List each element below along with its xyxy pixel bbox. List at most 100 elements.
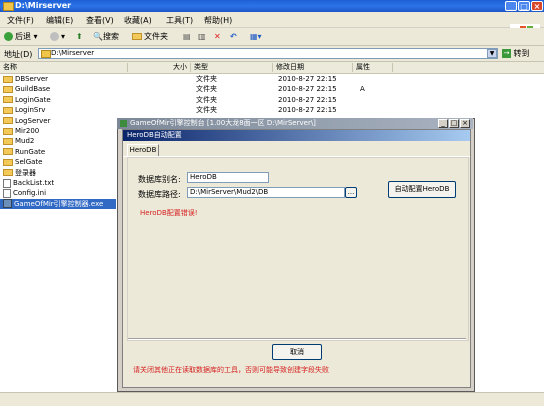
console-title: GameOfMir引擎控制台 [1.00大龙8面一区 D:\MirServer\…: [130, 119, 316, 127]
file-name: SelGate: [3, 157, 42, 167]
folder-icon: [3, 158, 13, 166]
file-name-text: LoginSrv: [15, 106, 46, 115]
forward-button[interactable]: ▾: [50, 31, 65, 42]
window-title: D:\Mirserver: [15, 1, 72, 10]
folder-icon: [3, 96, 13, 104]
file-date: 2010-8-27 22:15: [278, 95, 337, 104]
settings-file-icon: [3, 188, 11, 198]
exe-icon: [3, 199, 12, 209]
views-icon[interactable]: ▦▾: [250, 31, 262, 42]
alias-label: 数据库别名:: [138, 175, 181, 184]
address-dropdown-button[interactable]: ▼: [487, 49, 497, 58]
move-to-icon[interactable]: ▤: [183, 31, 191, 42]
menu-tools[interactable]: 工具(T): [166, 15, 193, 26]
status-bar: [0, 392, 544, 406]
file-name: DBServer: [3, 74, 48, 84]
column-type[interactable]: 类型: [191, 63, 273, 72]
file-date: 2010-8-27 22:15: [278, 85, 337, 94]
column-name[interactable]: 名称: [0, 63, 128, 72]
file-row[interactable]: DBServer 文件夹 2010-8-27 22:15: [0, 74, 400, 84]
file-date: 2010-8-27 22:15: [278, 106, 337, 115]
toolbar: 后退 ▾ ▾ ⬆ 🔍搜索 文件夹 ▤ ▥ ✕ ↶ ▦▾: [0, 28, 544, 46]
path-input[interactable]: D:\MirServer\Mud2\DB: [187, 187, 345, 198]
file-name: RunGate: [3, 147, 45, 157]
address-label: 地址(D): [4, 50, 33, 59]
console-close-button[interactable]: ×: [460, 119, 470, 128]
column-header: 名称 大小 类型 修改日期 属性: [0, 62, 544, 74]
file-name-text: Mir200: [15, 127, 40, 135]
menu-bar: 文件(F) 编辑(E) 查看(V) 收藏(A) 工具(T) 帮助(H): [0, 12, 544, 39]
menu-file[interactable]: 文件(F): [7, 15, 34, 26]
browse-button[interactable]: ...: [345, 187, 357, 198]
search-button[interactable]: 🔍搜索: [93, 31, 119, 42]
address-bar: 地址(D) D:\Mirserver ▼ → 转到: [0, 46, 544, 62]
column-attributes[interactable]: 属性: [353, 63, 393, 72]
file-name-text: Config.ini: [13, 189, 47, 198]
file-name: GameOfMir引擎控制器.exe: [3, 199, 103, 209]
alias-input[interactable]: HeroDB: [187, 172, 269, 183]
folders-button[interactable]: 文件夹: [132, 31, 168, 42]
undo-icon[interactable]: ↶: [230, 31, 237, 42]
explorer-title-bar: D:\Mirserver _ □ ×: [0, 0, 544, 12]
minimize-button[interactable]: _: [505, 1, 517, 11]
file-name: LoginSrv: [3, 105, 45, 115]
warning-message: 请关闭其他正在读取数据库的工具，否则可能导致创建字段失败: [133, 366, 329, 374]
file-name-text: BackList.txt: [13, 179, 55, 187]
console-minimize-button[interactable]: _: [438, 119, 448, 128]
menu-view[interactable]: 查看(V): [86, 15, 114, 26]
folder-icon: [3, 117, 13, 125]
file-name-text: Mud2: [15, 137, 35, 146]
file-name-text: GameOfMir引擎控制器.exe: [14, 199, 104, 208]
copy-to-icon[interactable]: ▥: [198, 31, 206, 42]
folder-icon: [3, 75, 13, 83]
file-name-text: LoginGate: [15, 95, 51, 104]
cancel-button[interactable]: 取消: [272, 344, 322, 360]
console-maximize-button[interactable]: □: [449, 119, 459, 128]
folder-icon: [3, 85, 13, 93]
menu-edit[interactable]: 编辑(E): [46, 15, 73, 26]
file-name-text: SelGate: [15, 158, 43, 167]
file-name-text: LogServer: [15, 116, 51, 125]
file-attr: A: [360, 85, 365, 94]
file-date: 2010-8-27 22:15: [278, 75, 337, 83]
folder-icon: [3, 148, 13, 156]
column-size[interactable]: 大小: [128, 63, 191, 72]
file-type: 文件夹: [196, 85, 217, 94]
document-icon: [3, 178, 11, 188]
tab-herodb[interactable]: HeroDB: [127, 144, 159, 156]
delete-icon[interactable]: ✕: [214, 31, 221, 42]
folder-icon: [3, 137, 13, 145]
file-type: 文件夹: [196, 95, 217, 104]
file-type: 文件夹: [196, 106, 217, 115]
file-name: BackList.txt: [3, 178, 54, 188]
forward-arrow-icon: [50, 32, 59, 41]
go-arrow-icon: →: [502, 49, 511, 58]
file-row[interactable]: GameOfMir引擎控制器.exe: [0, 198, 116, 209]
close-button[interactable]: ×: [531, 1, 543, 11]
file-name: Config.ini: [3, 188, 46, 198]
up-folder-icon[interactable]: ⬆: [76, 31, 83, 42]
back-button[interactable]: 后退 ▾: [4, 31, 38, 42]
folders-icon: [132, 33, 142, 40]
file-row[interactable]: GuildBase 文件夹 2010-8-27 22:15 A: [0, 84, 400, 94]
file-name-text: GuildBase: [15, 85, 51, 94]
folder-icon: [41, 50, 51, 58]
dialog-title: HeroDB自动配置: [123, 130, 470, 141]
app-icon: [120, 120, 127, 127]
back-arrow-icon: [4, 32, 13, 41]
path-label: 数据库路径:: [138, 190, 181, 199]
file-name: LogServer: [3, 116, 50, 126]
file-row[interactable]: LoginGate 文件夹 2010-8-27 22:15: [0, 95, 400, 105]
address-input[interactable]: D:\Mirserver: [38, 48, 498, 59]
file-row[interactable]: LoginSrv 文件夹 2010-8-27 22:15: [0, 105, 400, 115]
menu-favorites[interactable]: 收藏(A): [124, 15, 152, 26]
file-name: GuildBase: [3, 84, 50, 94]
menu-help[interactable]: 帮助(H): [204, 15, 232, 26]
file-name: LoginGate: [3, 95, 51, 105]
go-button[interactable]: → 转到: [502, 48, 530, 59]
file-type: 文件夹: [196, 75, 217, 83]
column-date[interactable]: 修改日期: [273, 63, 353, 72]
auto-config-button[interactable]: 自动配置HeroDB: [388, 181, 456, 198]
maximize-button[interactable]: □: [518, 1, 530, 11]
divider: [128, 338, 466, 340]
